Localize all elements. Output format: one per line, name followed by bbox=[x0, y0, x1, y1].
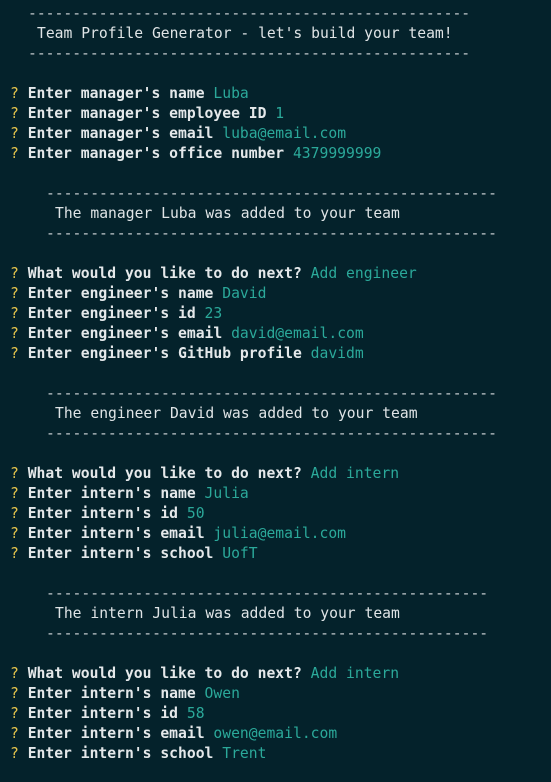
prompt-label: Enter engineer's name bbox=[27, 285, 214, 302]
question-mark-icon: ? bbox=[10, 265, 19, 282]
question-mark-icon: ? bbox=[10, 325, 19, 342]
intern-added-message: The intern Julia was added to your team bbox=[55, 605, 400, 622]
prompt-label: Enter intern's id bbox=[27, 505, 179, 522]
prompt-line-next-action: ? What would you like to do next? Add in… bbox=[10, 664, 399, 684]
prompt-line-next-action: ? What would you like to do next? Add en… bbox=[10, 264, 417, 284]
prompt-answer: Add intern bbox=[310, 665, 400, 682]
prompt-line-intern-id: ? Enter intern's id 50 bbox=[10, 504, 205, 524]
question-mark-icon: ? bbox=[10, 545, 19, 562]
prompt-label: Enter intern's email bbox=[27, 525, 205, 542]
prompt-answer: Add intern bbox=[310, 465, 400, 482]
prompt-answer: Luba bbox=[213, 85, 249, 102]
prompt-line-manager-name: ? Enter manager's name Luba bbox=[10, 84, 249, 104]
manager-added-message: The manager Luba was added to your team bbox=[55, 205, 400, 222]
question-mark-icon: ? bbox=[10, 725, 19, 742]
prompt-label: Enter manager's name bbox=[27, 85, 205, 102]
question-mark-icon: ? bbox=[10, 665, 19, 682]
prompt-label: Enter intern's school bbox=[27, 545, 214, 562]
question-mark-icon: ? bbox=[10, 465, 19, 482]
prompt-answer: Trent bbox=[222, 745, 267, 762]
prompt-line-intern-name: ? Enter intern's name Owen bbox=[10, 684, 240, 704]
prompt-label: Enter manager's email bbox=[27, 125, 214, 142]
intern-added-divider-bottom: ----------------------------------------… bbox=[46, 625, 489, 642]
prompt-answer: 58 bbox=[186, 705, 205, 722]
prompt-label: Enter intern's name bbox=[27, 685, 196, 702]
question-mark-icon: ? bbox=[10, 345, 19, 362]
prompt-label: Enter intern's name bbox=[27, 485, 196, 502]
prompt-label: Enter intern's school bbox=[27, 745, 214, 762]
prompt-answer: luba@email.com bbox=[222, 125, 347, 142]
prompt-line-intern-id: ? Enter intern's id 58 bbox=[10, 704, 205, 724]
question-mark-icon: ? bbox=[10, 505, 19, 522]
prompt-label: What would you like to do next? bbox=[27, 665, 302, 682]
terminal-window: ----------------------------------------… bbox=[0, 0, 551, 782]
prompt-label: Enter intern's email bbox=[27, 725, 205, 742]
question-mark-icon: ? bbox=[10, 125, 19, 142]
question-mark-icon: ? bbox=[10, 285, 19, 302]
prompt-answer: David bbox=[222, 285, 267, 302]
prompt-line-intern-school: ? Enter intern's school UofT bbox=[10, 544, 258, 564]
manager-added-divider-bottom: ----------------------------------------… bbox=[46, 225, 497, 242]
prompt-answer: 23 bbox=[204, 305, 223, 322]
prompt-answer: Add engineer bbox=[310, 265, 417, 282]
prompt-answer: UofT bbox=[222, 545, 258, 562]
prompt-label: What would you like to do next? bbox=[27, 265, 302, 282]
prompt-line-manager-id: ? Enter manager's employee ID 1 bbox=[10, 104, 284, 124]
prompt-label: Enter engineer's email bbox=[27, 325, 223, 342]
question-mark-icon: ? bbox=[10, 85, 19, 102]
header-divider-bottom: ----------------------------------------… bbox=[28, 45, 471, 62]
prompt-line-intern-school: ? Enter intern's school Trent bbox=[10, 744, 266, 764]
prompt-line-manager-office: ? Enter manager's office number 43799999… bbox=[10, 144, 381, 164]
question-mark-icon: ? bbox=[10, 145, 19, 162]
prompt-label: Enter engineer's GitHub profile bbox=[27, 345, 302, 362]
engineer-added-message: The engineer David was added to your tea… bbox=[55, 405, 418, 422]
prompt-line-engineer-email: ? Enter engineer's email david@email.com bbox=[10, 324, 364, 344]
prompt-answer: owen@email.com bbox=[213, 725, 338, 742]
prompt-answer: 4379999999 bbox=[292, 145, 382, 162]
engineer-added-divider-top: ----------------------------------------… bbox=[46, 385, 497, 402]
prompt-answer: davidm bbox=[310, 345, 364, 362]
prompt-line-engineer-github: ? Enter engineer's GitHub profile davidm bbox=[10, 344, 364, 364]
prompt-line-intern-email: ? Enter intern's email julia@email.com bbox=[10, 524, 346, 544]
question-mark-icon: ? bbox=[10, 705, 19, 722]
prompt-line-next-action: ? What would you like to do next? Add in… bbox=[10, 464, 399, 484]
question-mark-icon: ? bbox=[10, 105, 19, 122]
question-mark-icon: ? bbox=[10, 525, 19, 542]
engineer-added-divider-bottom: ----------------------------------------… bbox=[46, 425, 497, 442]
question-mark-icon: ? bbox=[10, 485, 19, 502]
prompt-label: Enter manager's employee ID bbox=[27, 105, 267, 122]
prompt-label: Enter engineer's id bbox=[27, 305, 196, 322]
prompt-line-engineer-id: ? Enter engineer's id 23 bbox=[10, 304, 222, 324]
prompt-answer: julia@email.com bbox=[213, 525, 347, 542]
prompt-label: What would you like to do next? bbox=[27, 465, 302, 482]
manager-added-divider-top: ----------------------------------------… bbox=[46, 185, 497, 202]
intern-added-divider-top: ----------------------------------------… bbox=[46, 585, 489, 602]
prompt-answer: 1 bbox=[275, 105, 285, 122]
prompt-line-manager-email: ? Enter manager's email luba@email.com bbox=[10, 124, 346, 144]
prompt-label: Enter manager's office number bbox=[27, 145, 285, 162]
prompt-answer: 50 bbox=[186, 505, 205, 522]
prompt-answer: Julia bbox=[204, 485, 249, 502]
question-mark-icon: ? bbox=[10, 685, 19, 702]
prompt-line-engineer-name: ? Enter engineer's name David bbox=[10, 284, 266, 304]
prompt-line-intern-email: ? Enter intern's email owen@email.com bbox=[10, 724, 337, 744]
header-divider-top: ----------------------------------------… bbox=[28, 5, 471, 22]
prompt-answer: david@email.com bbox=[231, 325, 364, 342]
question-mark-icon: ? bbox=[10, 745, 19, 762]
prompt-line-intern-name: ? Enter intern's name Julia bbox=[10, 484, 249, 504]
header-title: Team Profile Generator - let's build you… bbox=[37, 25, 453, 42]
prompt-label: Enter intern's id bbox=[27, 705, 179, 722]
prompt-answer: Owen bbox=[204, 685, 240, 702]
question-mark-icon: ? bbox=[10, 305, 19, 322]
